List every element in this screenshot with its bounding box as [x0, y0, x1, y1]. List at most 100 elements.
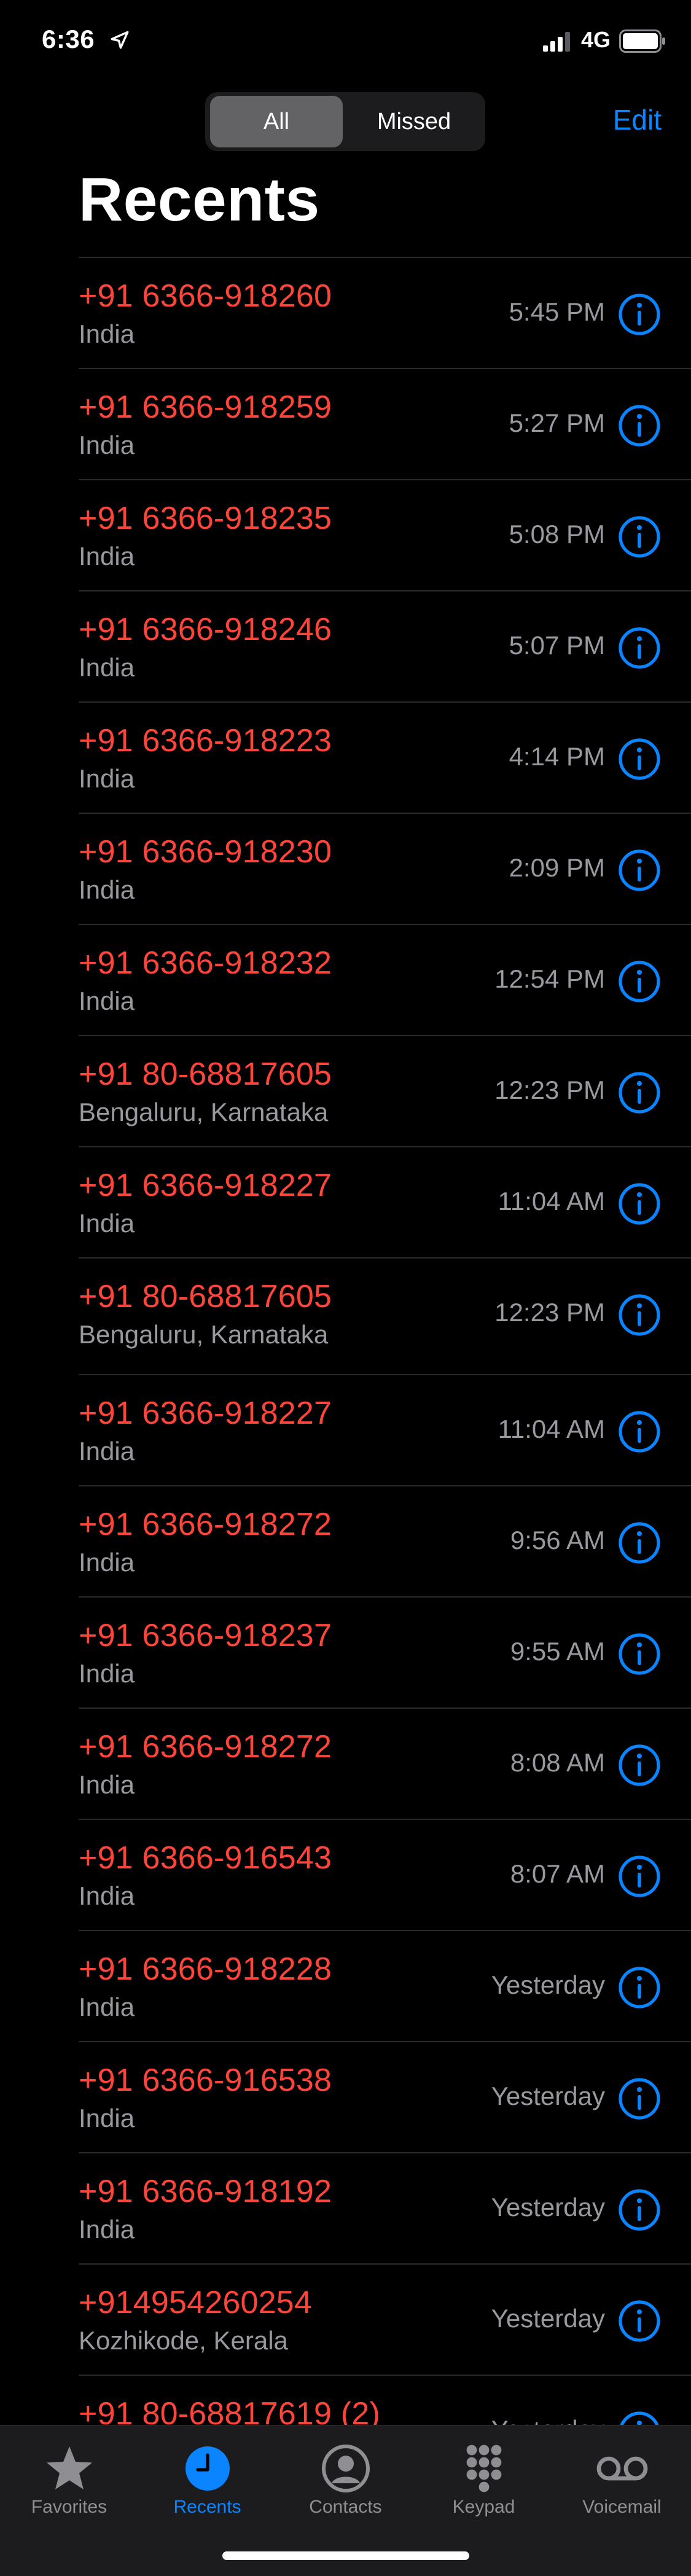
- caller-number: +91 6366-918227: [79, 1395, 332, 1431]
- call-row[interactable]: +91 6366-918237 India 9:55 AM: [79, 1596, 691, 1708]
- caller-number: +91 6366-918237: [79, 1618, 332, 1653]
- call-row[interactable]: +91 6366-918228 India Yesterday: [79, 1930, 691, 2041]
- caller-number: +91 6366-918223: [79, 723, 332, 759]
- caller-location: Bengaluru, Karnataka: [79, 1098, 329, 1126]
- call-row[interactable]: +91 6366-918192 India Yesterday: [79, 2152, 691, 2263]
- call-time: 9:55 AM: [510, 1637, 605, 1666]
- recents-list[interactable]: +91 6366-918260 India 5:45 PM +91 6366-9182…: [0, 257, 691, 2425]
- caller-location: India: [79, 319, 135, 348]
- call-row[interactable]: +91 6366-918227 India 11:04 AM: [79, 1374, 691, 1485]
- caller-location: India: [79, 1992, 135, 2021]
- tab-favorites[interactable]: Favorites: [0, 2426, 138, 2530]
- info-icon[interactable]: [617, 1743, 662, 1787]
- info-icon[interactable]: [617, 515, 662, 559]
- call-row[interactable]: +914954260254 Kozhikode, Kerala Yesterday: [79, 2263, 691, 2375]
- info-icon[interactable]: [617, 404, 662, 448]
- call-row[interactable]: +91 6366-918246 India 5:07 PM: [79, 590, 691, 701]
- call-time: 8:08 AM: [510, 1748, 605, 1777]
- call-row[interactable]: +91 6366-918259 India 5:27 PM: [79, 368, 691, 479]
- tab-keypad[interactable]: Keypad: [415, 2426, 553, 2530]
- caller-number: +91 6366-918232: [79, 945, 332, 981]
- caller-location: India: [79, 986, 135, 1015]
- info-icon[interactable]: [617, 292, 662, 337]
- caller-location: Bengaluru, Karnataka: [79, 1320, 329, 1349]
- info-icon[interactable]: [617, 1632, 662, 1676]
- info-icon[interactable]: [617, 2077, 662, 2121]
- info-icon[interactable]: [617, 1965, 662, 2010]
- call-time: Yesterday: [491, 1970, 605, 1999]
- tab-recents[interactable]: Recents: [138, 2426, 276, 2530]
- caller-location: India: [79, 1548, 135, 1577]
- info-icon[interactable]: [617, 2188, 662, 2232]
- info-icon[interactable]: [617, 1410, 662, 1454]
- caller-number: +91 6366-918272: [79, 1507, 332, 1542]
- info-icon[interactable]: [617, 2410, 662, 2425]
- call-row[interactable]: +91 6366-918223 India 4:14 PM: [79, 701, 691, 813]
- call-row[interactable]: +91 6366-918260 India 5:45 PM: [79, 257, 691, 368]
- call-time: 4:14 PM: [509, 742, 605, 771]
- info-icon[interactable]: [617, 848, 662, 892]
- edit-button[interactable]: Edit: [613, 103, 662, 136]
- info-icon[interactable]: [617, 959, 662, 1004]
- call-row[interactable]: +91 6366-916543 India 8:07 AM: [79, 1819, 691, 1930]
- caller-number: +91 6366-918228: [79, 1951, 332, 1987]
- call-row[interactable]: +91 6366-918227 India 11:04 AM: [79, 1146, 691, 1257]
- caller-location: India: [79, 542, 135, 571]
- info-icon[interactable]: [617, 737, 662, 781]
- status-time: 6:36: [42, 25, 95, 53]
- call-row[interactable]: +91 6366-918272 India 8:08 AM: [79, 1708, 691, 1819]
- segment-missed[interactable]: Missed: [348, 96, 480, 147]
- info-icon[interactable]: [617, 1071, 662, 1115]
- caller-location: India: [79, 1209, 135, 1238]
- caller-number: +91 6366-918246: [79, 612, 332, 647]
- call-time: 11:04 AM: [498, 1415, 605, 1443]
- cellular-signal-icon: [543, 32, 570, 52]
- caller-location: India: [79, 1437, 135, 1466]
- call-time: Yesterday: [491, 2082, 605, 2110]
- segment-all[interactable]: All: [210, 96, 343, 147]
- call-row[interactable]: +91 6366-918235 India 5:08 PM: [79, 479, 691, 590]
- info-icon[interactable]: [617, 2299, 662, 2343]
- info-icon[interactable]: [617, 1854, 662, 1899]
- call-time: Yesterday: [491, 2304, 605, 2333]
- tab-voicemail[interactable]: Voicemail: [553, 2426, 691, 2530]
- caller-number: +91 6366-916543: [79, 1840, 332, 1876]
- caller-number: +91 6366-918227: [79, 1168, 332, 1203]
- call-time: 5:08 PM: [509, 520, 605, 548]
- info-icon[interactable]: [617, 626, 662, 670]
- call-row[interactable]: +91 6366-916538 India Yesterday: [79, 2041, 691, 2152]
- tab-recents-label: Recents: [173, 2497, 241, 2517]
- info-icon[interactable]: [617, 1182, 662, 1226]
- info-icon[interactable]: [617, 1521, 662, 1565]
- tab-favorites-label: Favorites: [31, 2497, 107, 2517]
- call-row[interactable]: +91 6366-918232 India 12:54 PM: [79, 924, 691, 1035]
- call-row[interactable]: +91 80-68817605 Bengaluru, Karnataka 12:23…: [79, 1035, 691, 1146]
- call-row[interactable]: +91 80-68817619 (2) Yesterday: [79, 2375, 691, 2425]
- caller-location: India: [79, 431, 135, 459]
- caller-location: Kozhikode, Kerala: [79, 2326, 288, 2355]
- call-time: 5:27 PM: [509, 408, 605, 437]
- caller-location: India: [79, 653, 135, 682]
- call-time: 12:23 PM: [494, 1298, 605, 1327]
- caller-location: India: [79, 1659, 135, 1688]
- call-time: Yesterday: [491, 2415, 605, 2425]
- call-row[interactable]: +91 6366-918230 India 2:09 PM: [79, 813, 691, 924]
- tab-contacts[interactable]: Contacts: [276, 2426, 415, 2530]
- call-time: 5:45 PM: [509, 297, 605, 326]
- call-row[interactable]: +91 80-68817605 Bengaluru, Karnataka 12:23…: [79, 1257, 691, 1374]
- caller-number: +91 80-68817605: [79, 1279, 332, 1314]
- caller-number: +91 80-68817619 (2): [79, 2396, 380, 2425]
- call-row[interactable]: +91 6366-918272 India 9:56 AM: [79, 1485, 691, 1596]
- caller-number: +91 6366-918259: [79, 389, 332, 425]
- caller-location: India: [79, 1770, 135, 1799]
- caller-number: +914954260254: [79, 2285, 313, 2320]
- caller-location: India: [79, 1881, 135, 1910]
- caller-number: +91 6366-918235: [79, 501, 332, 536]
- call-time: Yesterday: [491, 2193, 605, 2222]
- info-icon[interactable]: [617, 1293, 662, 1337]
- tab-keypad-label: Keypad: [452, 2497, 515, 2517]
- call-time: 12:54 PM: [494, 964, 605, 993]
- caller-location: India: [79, 2215, 135, 2244]
- page-title: Recents: [79, 165, 320, 234]
- call-time: 8:07 AM: [510, 1859, 605, 1888]
